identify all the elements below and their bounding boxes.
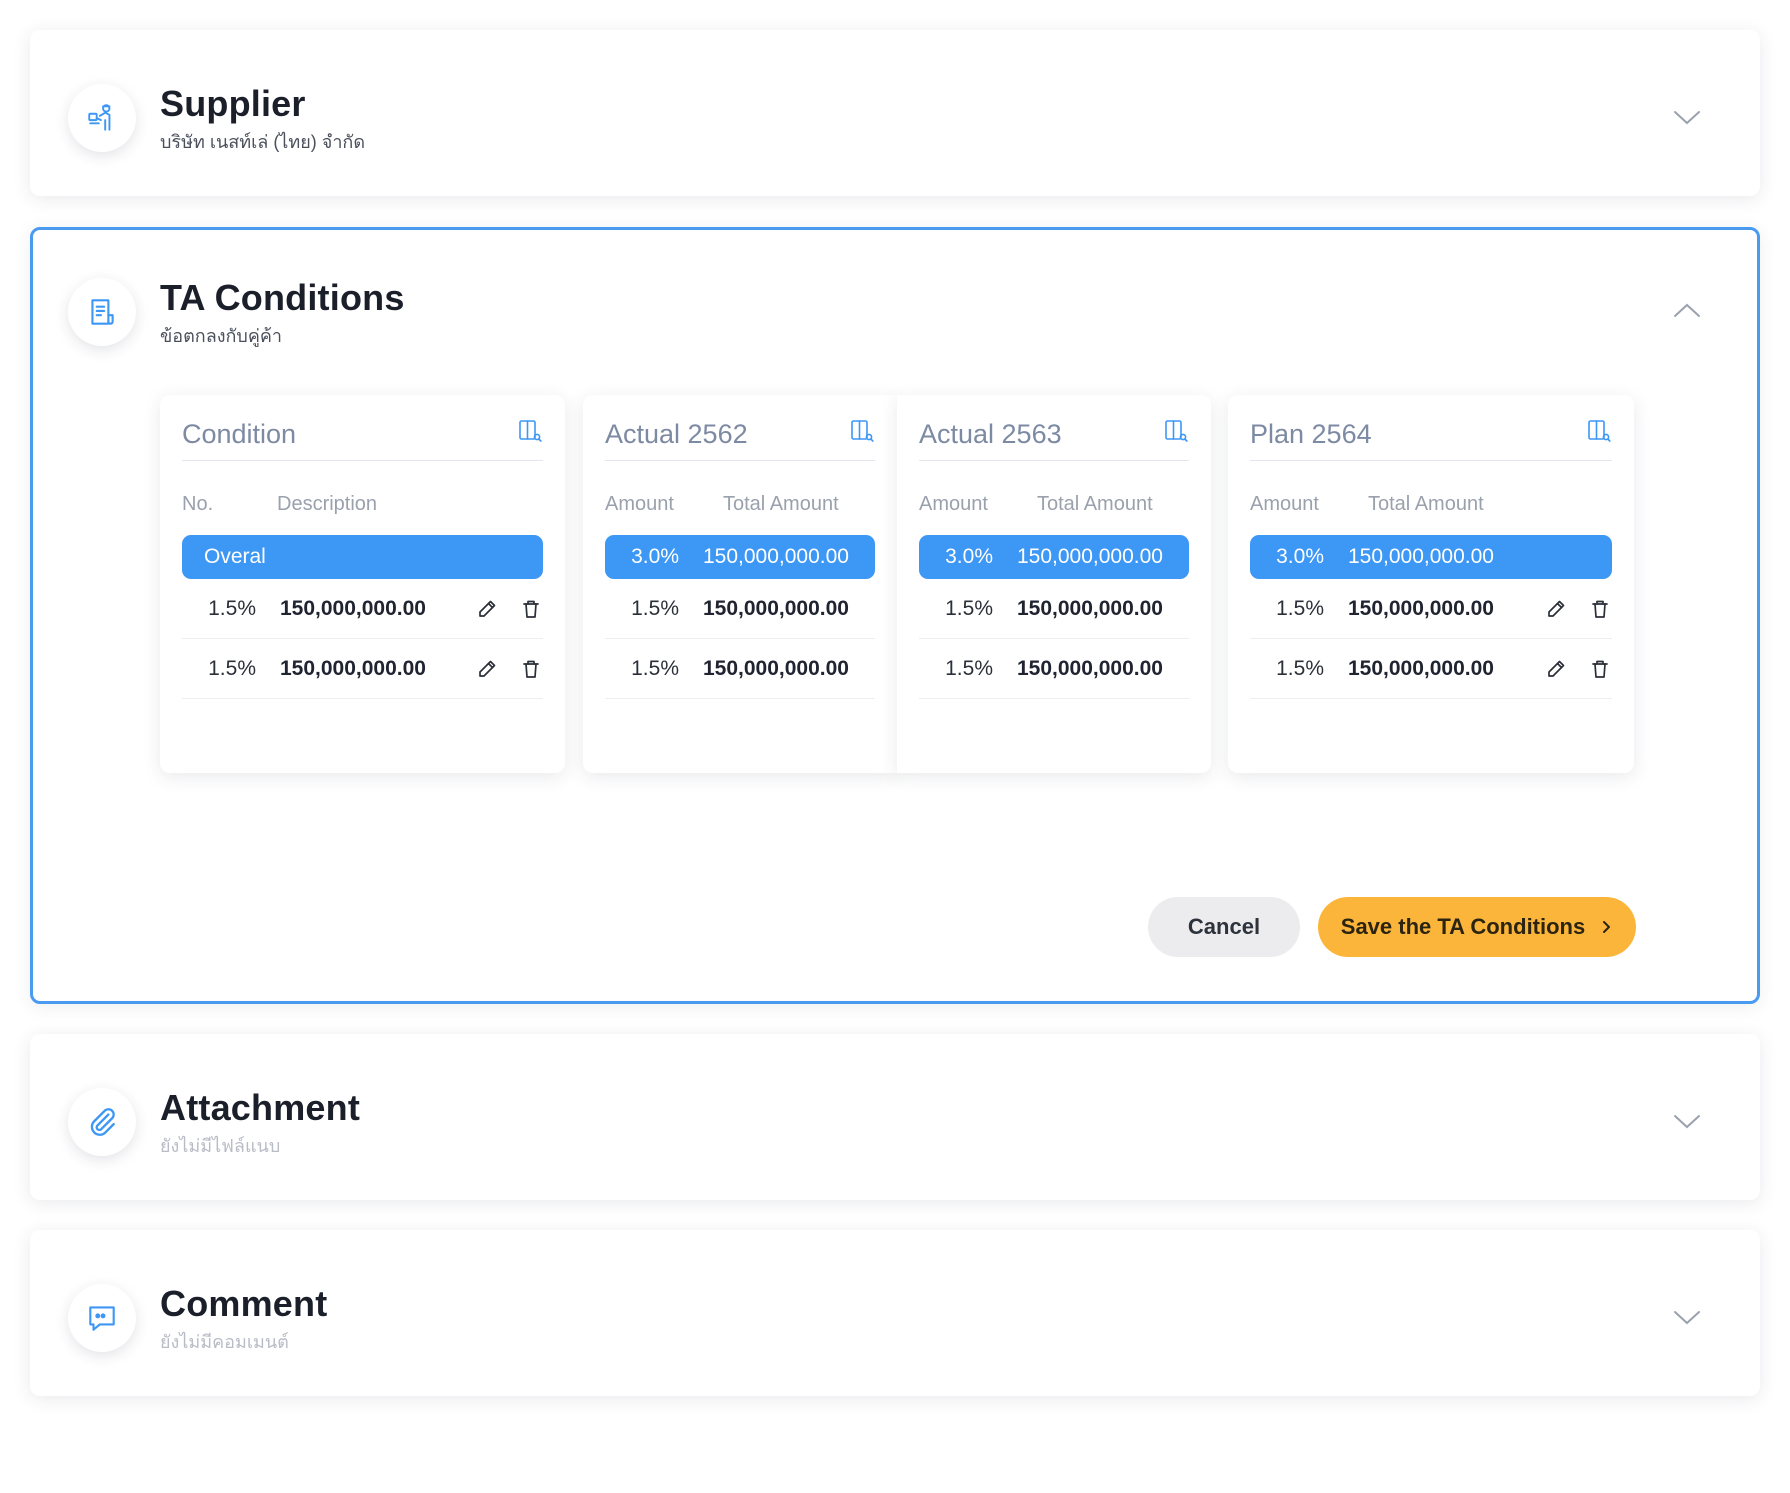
condition-column: Condition No. Description Overal 1.5% 15…: [160, 395, 565, 773]
header-amount: Amount: [919, 493, 988, 515]
row-amount: 150,000,000.00: [1348, 596, 1494, 620]
row-percent: 1.5%: [208, 656, 256, 680]
row-percent: 1.5%: [1276, 656, 1324, 680]
trash-icon[interactable]: [519, 597, 543, 621]
cancel-button-label: Cancel: [1187, 914, 1261, 939]
attachment-subtitle: ยังไม่มีไฟล์แนบ: [160, 1136, 281, 1156]
attachment-section: Attachment ยังไม่มีไฟล์แนบ: [30, 1034, 1760, 1200]
comment-title: Comment: [160, 1283, 328, 1324]
pencil-icon[interactable]: [475, 657, 499, 681]
highlight-percent: 3.0%: [1276, 545, 1324, 568]
expand-panel-icon[interactable]: [1163, 418, 1189, 444]
chevron-right-icon: [1603, 921, 1611, 933]
row-amount: 150,000,000.00: [1348, 656, 1494, 680]
expand-panel-icon[interactable]: [849, 418, 875, 444]
header-total-amount: Total Amount: [723, 493, 839, 515]
highlight-amount: 150,000,000.00: [703, 545, 849, 568]
highlight-row[interactable]: Overal: [182, 535, 543, 579]
table-row[interactable]: 1.5% 150,000,000.00: [182, 639, 543, 699]
highlight-row[interactable]: 3.0% 150,000,000.00: [1250, 535, 1612, 579]
supplier-title: Supplier: [160, 83, 306, 124]
header-amount: Amount: [1250, 493, 1319, 515]
overall-label: Overal: [204, 545, 266, 568]
column-title: Actual 2562: [605, 419, 748, 449]
row-amount: 150,000,000.00: [1017, 596, 1163, 620]
row-percent: 1.5%: [945, 596, 993, 620]
document-icon: [68, 278, 136, 346]
table-row: 1.5% 150,000,000.00: [605, 639, 875, 699]
chevron-up-icon[interactable]: [1670, 294, 1704, 328]
header-total-amount: Total Amount: [1368, 493, 1484, 515]
header-no: No.: [182, 493, 214, 515]
row-percent: 1.5%: [631, 596, 679, 620]
column-title: Actual 2563: [919, 419, 1062, 449]
row-amount: 150,000,000.00: [1017, 656, 1163, 680]
pencil-icon[interactable]: [1544, 597, 1568, 621]
chevron-down-icon[interactable]: [1670, 100, 1704, 134]
page: Supplier บริษัท เนสท์เล่ (ไทย) จำกัด TA …: [0, 0, 1790, 1493]
header-amount: Amount: [605, 493, 674, 515]
trash-icon[interactable]: [1588, 597, 1612, 621]
expand-panel-icon[interactable]: [517, 418, 543, 444]
column-title: Plan 2564: [1250, 419, 1372, 449]
ta-conditions-section: TA Conditions ข้อตกลงกับคู่ค้า Condition…: [30, 227, 1760, 1004]
pencil-icon[interactable]: [1544, 657, 1568, 681]
comment-header[interactable]: Comment ยังไม่มีคอมเมนต์: [68, 1278, 327, 1358]
chat-icon: [68, 1284, 136, 1352]
highlight-row[interactable]: 3.0% 150,000,000.00: [605, 535, 875, 579]
highlight-amount: 150,000,000.00: [1017, 545, 1163, 568]
row-percent: 1.5%: [1276, 596, 1324, 620]
trash-icon[interactable]: [1588, 657, 1612, 681]
chevron-down-icon[interactable]: [1670, 1104, 1704, 1138]
row-percent: 1.5%: [945, 656, 993, 680]
comment-section: Comment ยังไม่มีคอมเมนต์: [30, 1230, 1760, 1396]
table-row: 1.5% 150,000,000.00: [919, 579, 1189, 639]
table-row[interactable]: 1.5% 150,000,000.00: [182, 579, 543, 639]
supplier-section: Supplier บริษัท เนสท์เล่ (ไทย) จำกัด: [30, 30, 1760, 196]
table-row[interactable]: 1.5% 150,000,000.00: [1250, 639, 1612, 699]
table-row: 1.5% 150,000,000.00: [605, 579, 875, 639]
header-description: Description: [277, 493, 378, 515]
ta-title: TA Conditions: [160, 277, 405, 318]
highlight-amount: 150,000,000.00: [1348, 545, 1494, 568]
row-percent: 1.5%: [631, 656, 679, 680]
paperclip-icon: [68, 1088, 136, 1156]
trash-icon[interactable]: [519, 657, 543, 681]
save-ta-conditions-button[interactable]: Save the TA Conditions: [1318, 897, 1636, 957]
table-row: 1.5% 150,000,000.00: [919, 639, 1189, 699]
highlight-percent: 3.0%: [945, 545, 993, 568]
row-amount: 150,000,000.00: [703, 596, 849, 620]
comment-subtitle: ยังไม่มีคอมเมนต์: [160, 1332, 289, 1352]
save-button-label: Save the TA Conditions: [1340, 914, 1586, 939]
pencil-icon[interactable]: [475, 597, 499, 621]
row-amount: 150,000,000.00: [703, 656, 849, 680]
row-amount: 150,000,000.00: [280, 656, 426, 680]
cancel-button[interactable]: Cancel: [1148, 897, 1300, 957]
supplier-header[interactable]: Supplier บริษัท เนสท์เล่ (ไทย) จำกัด: [68, 78, 365, 158]
ta-header[interactable]: TA Conditions ข้อตกลงกับคู่ค้า: [68, 272, 405, 352]
supplier-icon: [68, 84, 136, 152]
column-title: Condition: [182, 419, 297, 449]
highlight-row[interactable]: 3.0% 150,000,000.00: [919, 535, 1189, 579]
ta-subtitle: ข้อตกลงกับคู่ค้า: [160, 326, 283, 346]
plan-2564-column: Plan 2564 Amount Total Amount 3.0% 150,0…: [1228, 395, 1634, 773]
actual-2563-column: Actual 2563 Amount Total Amount 3.0% 150…: [897, 395, 1211, 773]
header-total-amount: Total Amount: [1037, 493, 1153, 515]
supplier-subtitle: บริษัท เนสท์เล่ (ไทย) จำกัด: [160, 132, 366, 152]
attachment-header[interactable]: Attachment ยังไม่มีไฟล์แนบ: [68, 1082, 360, 1162]
row-amount: 150,000,000.00: [280, 596, 426, 620]
highlight-percent: 3.0%: [631, 545, 679, 568]
table-row[interactable]: 1.5% 150,000,000.00: [1250, 579, 1612, 639]
row-percent: 1.5%: [208, 596, 256, 620]
actual-2562-column: Actual 2562 Amount Total Amount 3.0% 150…: [583, 395, 897, 773]
attachment-title: Attachment: [160, 1087, 361, 1128]
chevron-down-icon[interactable]: [1670, 1300, 1704, 1334]
expand-panel-icon[interactable]: [1586, 418, 1612, 444]
